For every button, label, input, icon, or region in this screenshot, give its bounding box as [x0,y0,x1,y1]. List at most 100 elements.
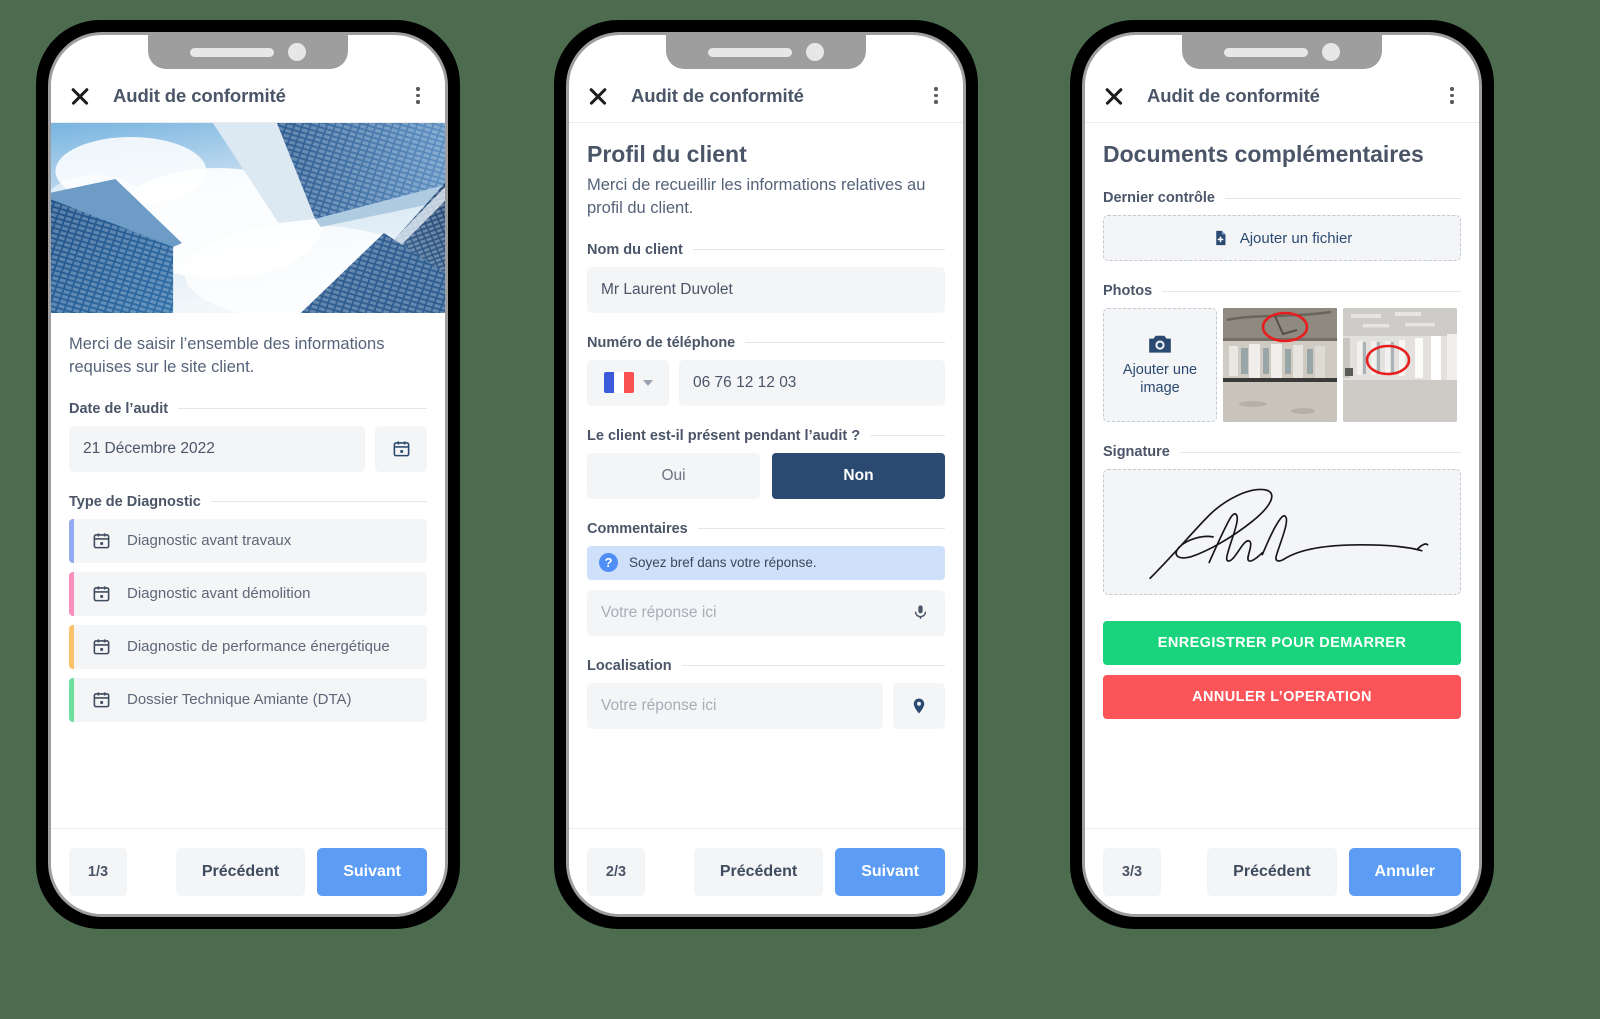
presence-option-oui[interactable]: Oui [587,452,760,499]
phone-mockup-step-2: Audit de conformité Profil du client Mer… [556,22,976,927]
list-item-label: Diagnostic de performance énergétique [127,638,390,656]
previous-button[interactable]: Précédent [693,847,824,896]
previous-button[interactable]: Précédent [1207,847,1337,896]
cancel-button[interactable]: Annuler [1348,847,1461,896]
comments-label: Commentaires [587,521,945,537]
form-content-2: Profil du client Merci de recueillir les… [569,123,963,828]
more-vertical-icon[interactable] [1443,87,1461,104]
earpiece-speaker [708,47,792,57]
list-item-label: Dossier Technique Amiante (DTA) [127,691,352,709]
date-input[interactable]: 21 Décembre 2022 [69,425,365,472]
country-code-select[interactable] [587,359,669,406]
phone-notch [666,35,866,69]
client-name-label: Nom du client [587,242,945,258]
calendar-icon [93,586,110,602]
hero-image-skyscrapers [51,123,445,313]
comments-hint-text: Soyez bref dans votre réponse. [629,555,817,571]
date-label-text: Date de l’audit [69,400,169,417]
close-icon[interactable] [69,85,91,107]
app-bar-2: Audit de conformité [569,69,963,123]
page-title: Audit de conformité [631,84,804,106]
diagnostic-label-text: Type de Diagnostic [69,493,201,510]
step-counter: 1/3 [69,847,127,896]
app-bar-3: Audit de conformité [1085,69,1479,123]
add-image-label: Ajouter une image [1122,362,1198,396]
page-title: Audit de conformité [113,84,286,106]
add-file-button[interactable]: Ajouter un fichier [1103,215,1461,261]
comments-input[interactable]: Votre réponse ici [587,589,945,636]
signature-label: Signature [1103,444,1461,460]
next-button[interactable]: Suivant [317,847,427,896]
photos-label: Photos [1103,283,1461,299]
calendar-icon [93,692,110,708]
phone-screen-2: Audit de conformité Profil du client Mer… [566,32,966,917]
photo-thumbnail[interactable] [1343,308,1457,422]
calendar-icon [93,533,110,549]
phone-mockup-step-3: Audit de conformité Documents complément… [1072,22,1492,927]
close-icon[interactable] [587,85,609,107]
chevron-down-icon [642,379,653,386]
calendar-icon-button[interactable] [375,425,427,472]
screenshot-stage: Audit de conformité Merci de saisir l’en… [0,0,1600,1019]
photo-thumbnail[interactable] [1223,308,1337,422]
wizard-footer-2: 2/3 Précédent Suivant [569,828,963,914]
list-item[interactable]: Diagnostic de performance énergétique [69,624,427,669]
front-camera-icon [806,43,824,61]
phone-notch [1182,35,1382,69]
earpiece-speaker [190,47,274,57]
add-file-label: Ajouter un fichier [1239,229,1353,247]
step-counter: 3/3 [1103,847,1161,896]
app-bar-1: Audit de conformité [51,69,445,123]
map-pin-icon-button[interactable] [893,682,945,729]
phone-number-row: 06 76 12 12 03 [587,359,945,406]
action-buttons: ENREGISTRER POUR DEMARRER ANNULER L’OPER… [1103,621,1461,719]
microphone-icon[interactable] [912,603,929,622]
handwritten-signature [1149,488,1429,580]
file-add-icon [1215,230,1226,246]
help-circle-icon: ? [599,553,618,573]
phone-number-input[interactable]: 06 76 12 12 03 [679,359,945,406]
close-icon[interactable] [1103,85,1125,107]
last-control-label: Dernier contrôle [1103,190,1461,206]
calendar-icon [93,639,110,655]
client-presence-question-text: Le client est-il présent pendant l’audit… [587,427,861,444]
date-field-label: Date de l’audit [69,401,427,417]
list-item[interactable]: Diagnostic avant démolition [69,571,427,616]
page-title: Audit de conformité [1147,84,1320,106]
list-item[interactable]: Diagnostic avant travaux [69,518,427,563]
form-content-3: Documents complémentaires Dernier contrô… [1085,123,1479,828]
phone-screen-3: Audit de conformité Documents complément… [1082,32,1482,917]
client-name-input[interactable]: Mr Laurent Duvolet [587,266,945,313]
list-item[interactable]: Dossier Technique Amiante (DTA) [69,677,427,722]
section-title: Documents complémentaires [1103,141,1424,167]
comments-hint-banner: ? Soyez bref dans votre réponse. [587,545,945,580]
cancel-operation-button[interactable]: ANNULER L’OPERATION [1103,675,1461,719]
front-camera-icon [1322,43,1340,61]
date-field-row: 21 Décembre 2022 [69,425,427,472]
save-and-start-button[interactable]: ENREGISTRER POUR DEMARRER [1103,621,1461,665]
more-vertical-icon[interactable] [409,87,427,104]
phone-number-label: Numéro de téléphone [587,335,945,351]
photo-gallery: Ajouter une image [1103,308,1461,422]
phone-number-label-text: Numéro de téléphone [587,334,736,351]
location-label-text: Localisation [587,657,672,674]
presence-option-non[interactable]: Non [772,452,945,499]
next-button[interactable]: Suivant [835,847,945,896]
step-counter: 2/3 [587,847,645,896]
comments-input-row: Votre réponse ici [587,589,945,636]
phone-notch [148,35,348,69]
wizard-footer-1: 1/3 Précédent Suivant [51,828,445,914]
signature-pad[interactable] [1103,469,1461,595]
phone-screen-1: Audit de conformité Merci de saisir l’en… [48,32,448,917]
camera-icon [1149,335,1171,353]
front-camera-icon [288,43,306,61]
map-pin-icon [913,698,925,714]
earpiece-speaker [1224,47,1308,57]
previous-button[interactable]: Précédent [175,847,306,896]
diagnostic-section-label: Type de Diagnostic [69,494,427,510]
add-image-button[interactable]: Ajouter une image [1103,308,1217,422]
more-vertical-icon[interactable] [927,87,945,104]
intro-text: Merci de saisir l’ensemble des informati… [69,335,385,376]
signature-label-text: Signature [1103,444,1170,460]
location-input[interactable]: Votre réponse ici [587,682,883,729]
